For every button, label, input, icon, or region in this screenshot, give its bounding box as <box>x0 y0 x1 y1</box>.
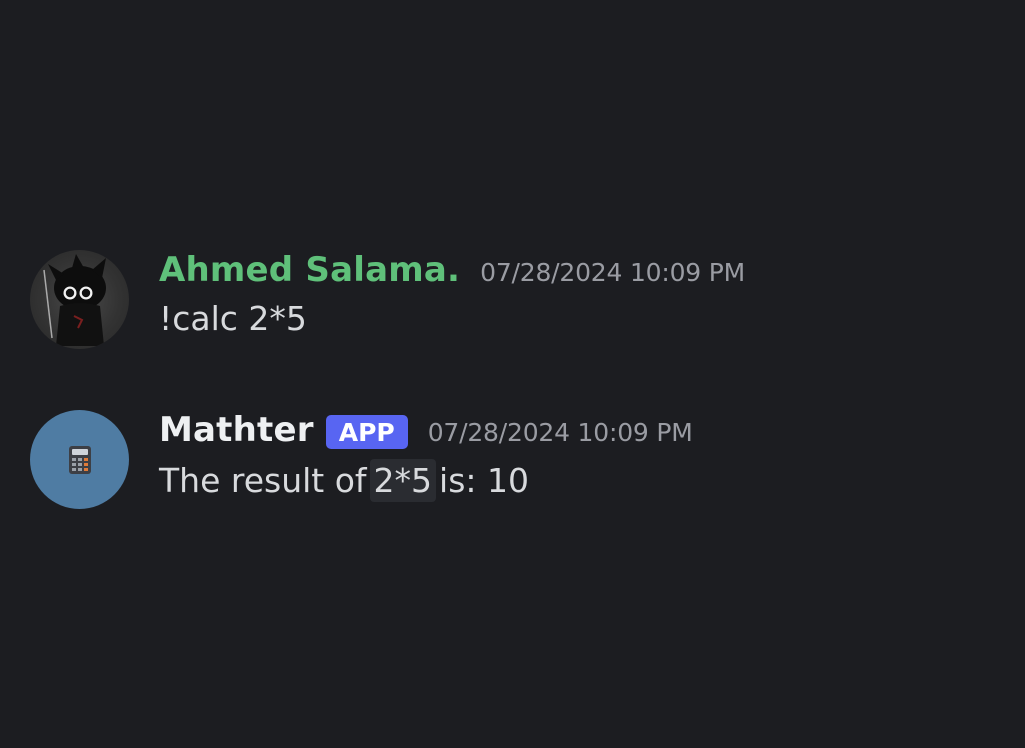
app-badge: APP <box>325 415 408 449</box>
bot-avatar[interactable] <box>30 410 129 509</box>
message-content: Ahmed Salama. 07/28/2024 10:09 PM !calc … <box>159 250 745 338</box>
username[interactable]: Mathter <box>159 410 314 450</box>
message-text-before: The result of <box>159 461 367 500</box>
message-header: Ahmed Salama. 07/28/2024 10:09 PM <box>159 250 745 290</box>
message-item: Ahmed Salama. 07/28/2024 10:09 PM !calc … <box>30 250 745 349</box>
message-item: Mathter APP 07/28/2024 10:09 PM The resu… <box>30 410 693 509</box>
timestamp: 07/28/2024 10:09 PM <box>480 258 745 287</box>
message-text: The result of 2*5 is: 10 <box>159 459 693 502</box>
user-avatar[interactable] <box>30 250 129 349</box>
dark-character-avatar-icon <box>43 254 106 346</box>
message-text-after: is: 10 <box>439 461 529 500</box>
message-text: !calc 2*5 <box>159 299 307 338</box>
timestamp: 07/28/2024 10:09 PM <box>427 418 693 447</box>
inline-code: 2*5 <box>369 459 437 502</box>
chat-area: Ahmed Salama. 07/28/2024 10:09 PM !calc … <box>0 0 1025 748</box>
calculator-icon <box>68 445 91 474</box>
message-content: Mathter APP 07/28/2024 10:09 PM The resu… <box>159 410 693 502</box>
message-header: Mathter APP 07/28/2024 10:09 PM <box>159 410 693 450</box>
username[interactable]: Ahmed Salama. <box>159 250 460 290</box>
